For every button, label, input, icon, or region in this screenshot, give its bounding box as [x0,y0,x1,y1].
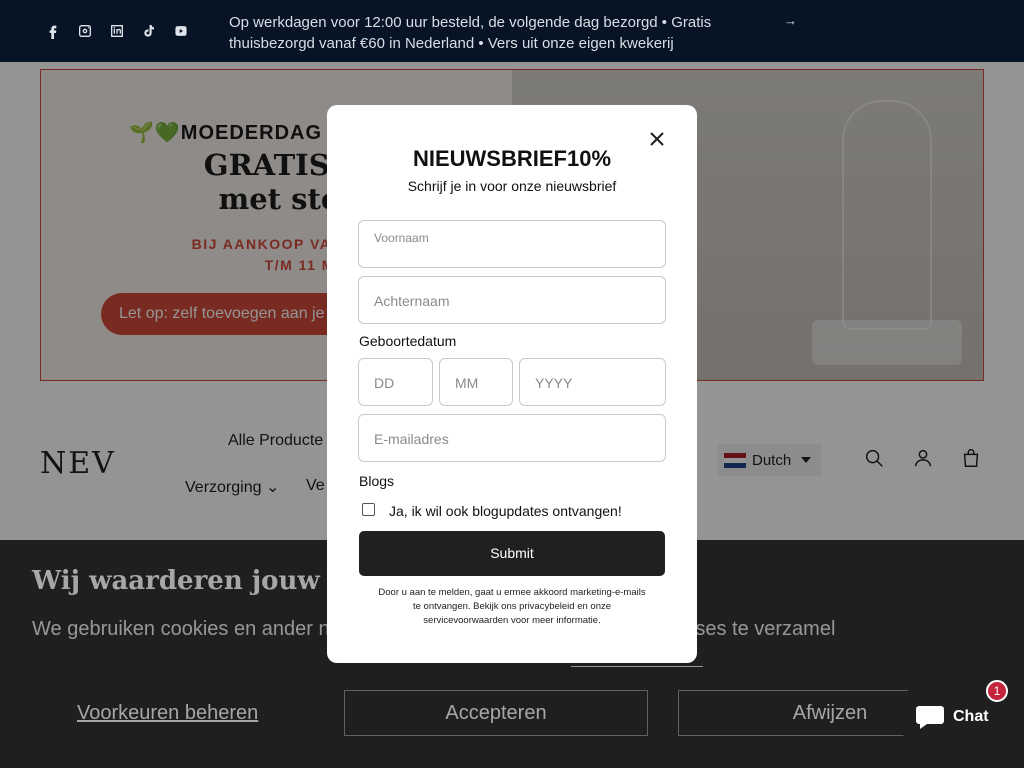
newsletter-modal: NIEUWSBRIEF10% Schrijf je in voor onze n… [327,105,697,663]
tiktok-icon[interactable] [140,22,158,40]
chat-notification-badge: 1 [986,680,1008,702]
last-name-placeholder: Achternaam [374,293,450,309]
birth-day-field[interactable]: DD [358,358,433,406]
modal-subtitle: Schrijf je in voor onze nieuwsbrief [407,178,617,194]
manage-preferences-button[interactable]: Voorkeuren beheren [77,702,258,725]
accept-cookies-button[interactable]: Accepteren [344,690,648,736]
announcement-text: Op werkdagen voor 12:00 uur besteld, de … [229,14,712,52]
submit-button[interactable]: Submit [359,531,665,576]
cookie-title: Wij waarderen jouw pr [32,566,361,596]
announcement-bar: Op werkdagen voor 12:00 uur besteld, de … [0,0,1024,62]
birth-day-placeholder: DD [374,375,395,391]
modal-title: NIEUWSBRIEF10% [412,146,612,171]
chat-bubble-icon [916,705,944,729]
first-name-field[interactable]: Voornaam [358,220,666,268]
linkedin-icon[interactable] [108,22,126,40]
email-placeholder: E-mailadres [374,431,449,447]
blogs-label: Blogs [359,473,395,489]
legal-text: Door u aan te melden, gaat u ermee akkoo… [378,587,646,626]
blog-updates-label[interactable]: Ja, ik wil ook blogupdates ontvangen! [389,503,622,519]
chat-label: Chat [953,707,989,725]
birth-year-field[interactable]: YYYY [519,358,666,406]
youtube-icon[interactable] [172,22,190,40]
email-field[interactable]: E-mailadres [358,414,666,462]
announcement-next-arrow-icon[interactable]: → [784,13,797,28]
last-name-field[interactable]: Achternaam [358,276,666,324]
facebook-icon[interactable] [44,22,62,40]
birth-month-field[interactable]: MM [439,358,513,406]
birthdate-label: Geboortedatum [359,333,457,349]
birth-month-placeholder: MM [455,375,479,391]
blog-updates-checkbox[interactable] [362,503,375,516]
birth-year-placeholder: YYYY [535,375,573,391]
first-name-placeholder: Voornaam [374,231,429,245]
social-links [44,22,190,40]
instagram-icon[interactable] [76,22,94,40]
